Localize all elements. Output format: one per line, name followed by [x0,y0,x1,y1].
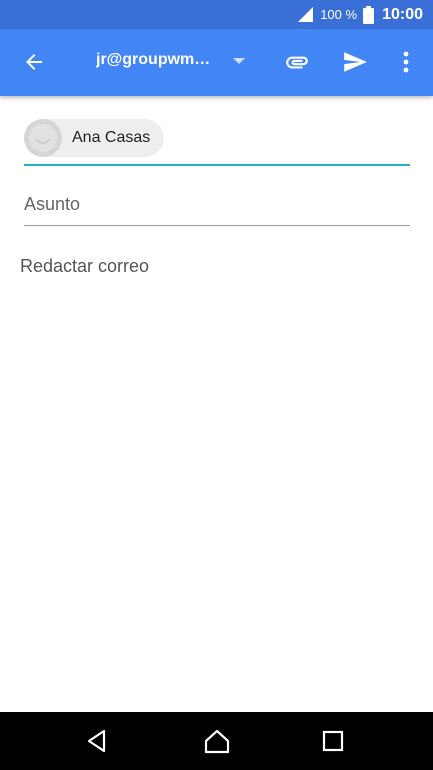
nav-back-icon[interactable] [84,728,110,754]
paperclip-icon[interactable] [284,49,310,75]
battery-percent: 100 % [320,7,358,22]
status-bar: 100 % 10:00 [0,0,433,29]
smiley-avatar-icon [29,124,57,152]
clock: 10:00 [382,5,423,23]
to-field[interactable]: Ana Casas [24,96,410,166]
dropdown-arrow-icon[interactable] [232,56,246,66]
arrow-back-icon[interactable] [22,50,46,74]
avatar [24,119,62,157]
account-selector[interactable]: jr@groupwm… [96,51,211,69]
body-input[interactable] [20,250,415,700]
recipient-name: Ana Casas [72,129,151,146]
nav-home-icon[interactable] [204,728,230,754]
recipient-chip[interactable]: Ana Casas [24,119,164,157]
more-vert-icon[interactable] [397,49,415,75]
body-row [20,250,415,700]
navigation-bar [0,712,433,770]
subject-row [24,186,410,226]
subject-input[interactable] [24,186,410,215]
nav-recents-icon[interactable] [320,728,346,754]
battery-icon [363,5,375,24]
app-bar: jr@groupwm… [0,29,433,96]
send-icon[interactable] [341,49,369,75]
signal-icon [298,6,314,22]
